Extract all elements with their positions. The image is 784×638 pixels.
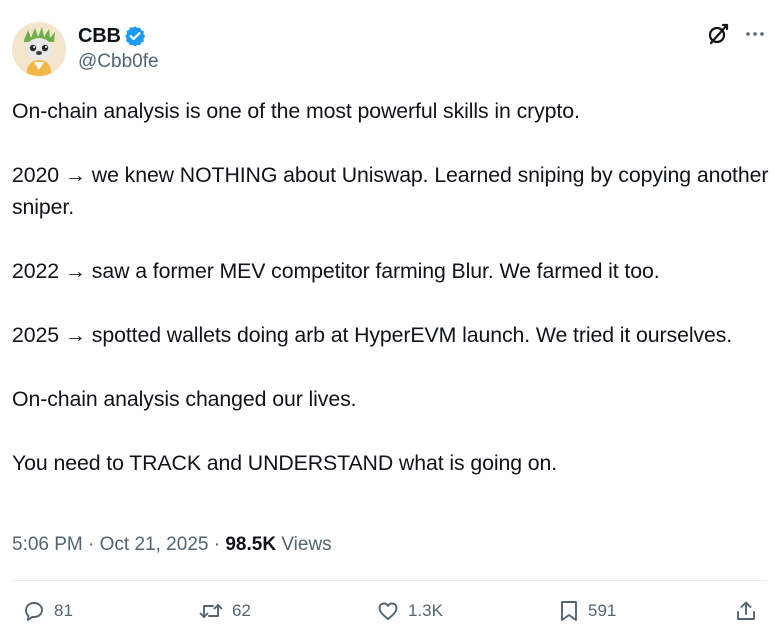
views-label: Views <box>281 534 332 555</box>
tweet-header: CBB @Cbb0fe <box>12 22 772 78</box>
tweet-time[interactable]: 5:06 PM <box>12 534 83 555</box>
reply-button[interactable]: 81 <box>22 596 73 626</box>
tweet-paragraph: 2020 → we knew NOTHING about Uniswap. Le… <box>12 163 775 219</box>
meta-separator: · <box>88 534 95 555</box>
header-actions <box>706 22 766 46</box>
repost-icon <box>199 604 223 618</box>
author-handle[interactable]: @Cbb0fe <box>78 49 159 75</box>
share-icon <box>737 601 755 620</box>
avatar-icon <box>12 22 66 76</box>
display-name[interactable]: CBB <box>78 25 121 48</box>
meta-separator: · <box>213 534 221 555</box>
views-count: 98.5K <box>225 534 277 555</box>
tweet-paragraph: 2025 → spotted wallets doing arb at Hype… <box>12 323 733 347</box>
divider <box>12 580 767 581</box>
like-button[interactable]: 1.3K <box>376 596 443 626</box>
heart-icon <box>378 602 398 620</box>
verified-badge-icon <box>124 25 146 47</box>
bookmark-count: 591 <box>588 601 617 620</box>
bookmark-icon <box>561 601 577 621</box>
tweet-paragraph: On-chain analysis is one of the most pow… <box>12 99 580 123</box>
bookmark-button[interactable]: 591 <box>558 596 616 626</box>
reply-icon <box>25 602 43 621</box>
tweet-paragraph: You need to TRACK and UNDERSTAND what is… <box>12 451 558 475</box>
display-name-row: CBB <box>78 23 159 49</box>
share-button[interactable] <box>734 596 758 626</box>
repost-button[interactable]: 62 <box>198 596 251 626</box>
more-options-icon[interactable] <box>744 23 766 45</box>
tweet-card: CBB @Cbb0fe On-chain analysis is one of … <box>0 0 784 638</box>
action-bar: 81 62 1.3K 591 <box>12 596 764 626</box>
tweet-date[interactable]: Oct 21, 2025 <box>100 534 209 555</box>
like-count: 1.3K <box>408 601 443 620</box>
reply-count: 81 <box>54 601 73 620</box>
author-names: CBB @Cbb0fe <box>78 23 159 75</box>
avatar[interactable] <box>12 22 66 76</box>
tweet-text: On-chain analysis is one of the most pow… <box>12 95 777 479</box>
tweet-paragraph: On-chain analysis changed our lives. <box>12 387 357 411</box>
tweet-paragraph: 2022 → saw a former MEV competitor farmi… <box>12 259 660 283</box>
repost-count: 62 <box>232 601 251 620</box>
tweet-meta: 5:06 PM · Oct 21, 2025 · 98.5K Views <box>12 532 332 558</box>
grok-icon[interactable] <box>706 22 730 46</box>
